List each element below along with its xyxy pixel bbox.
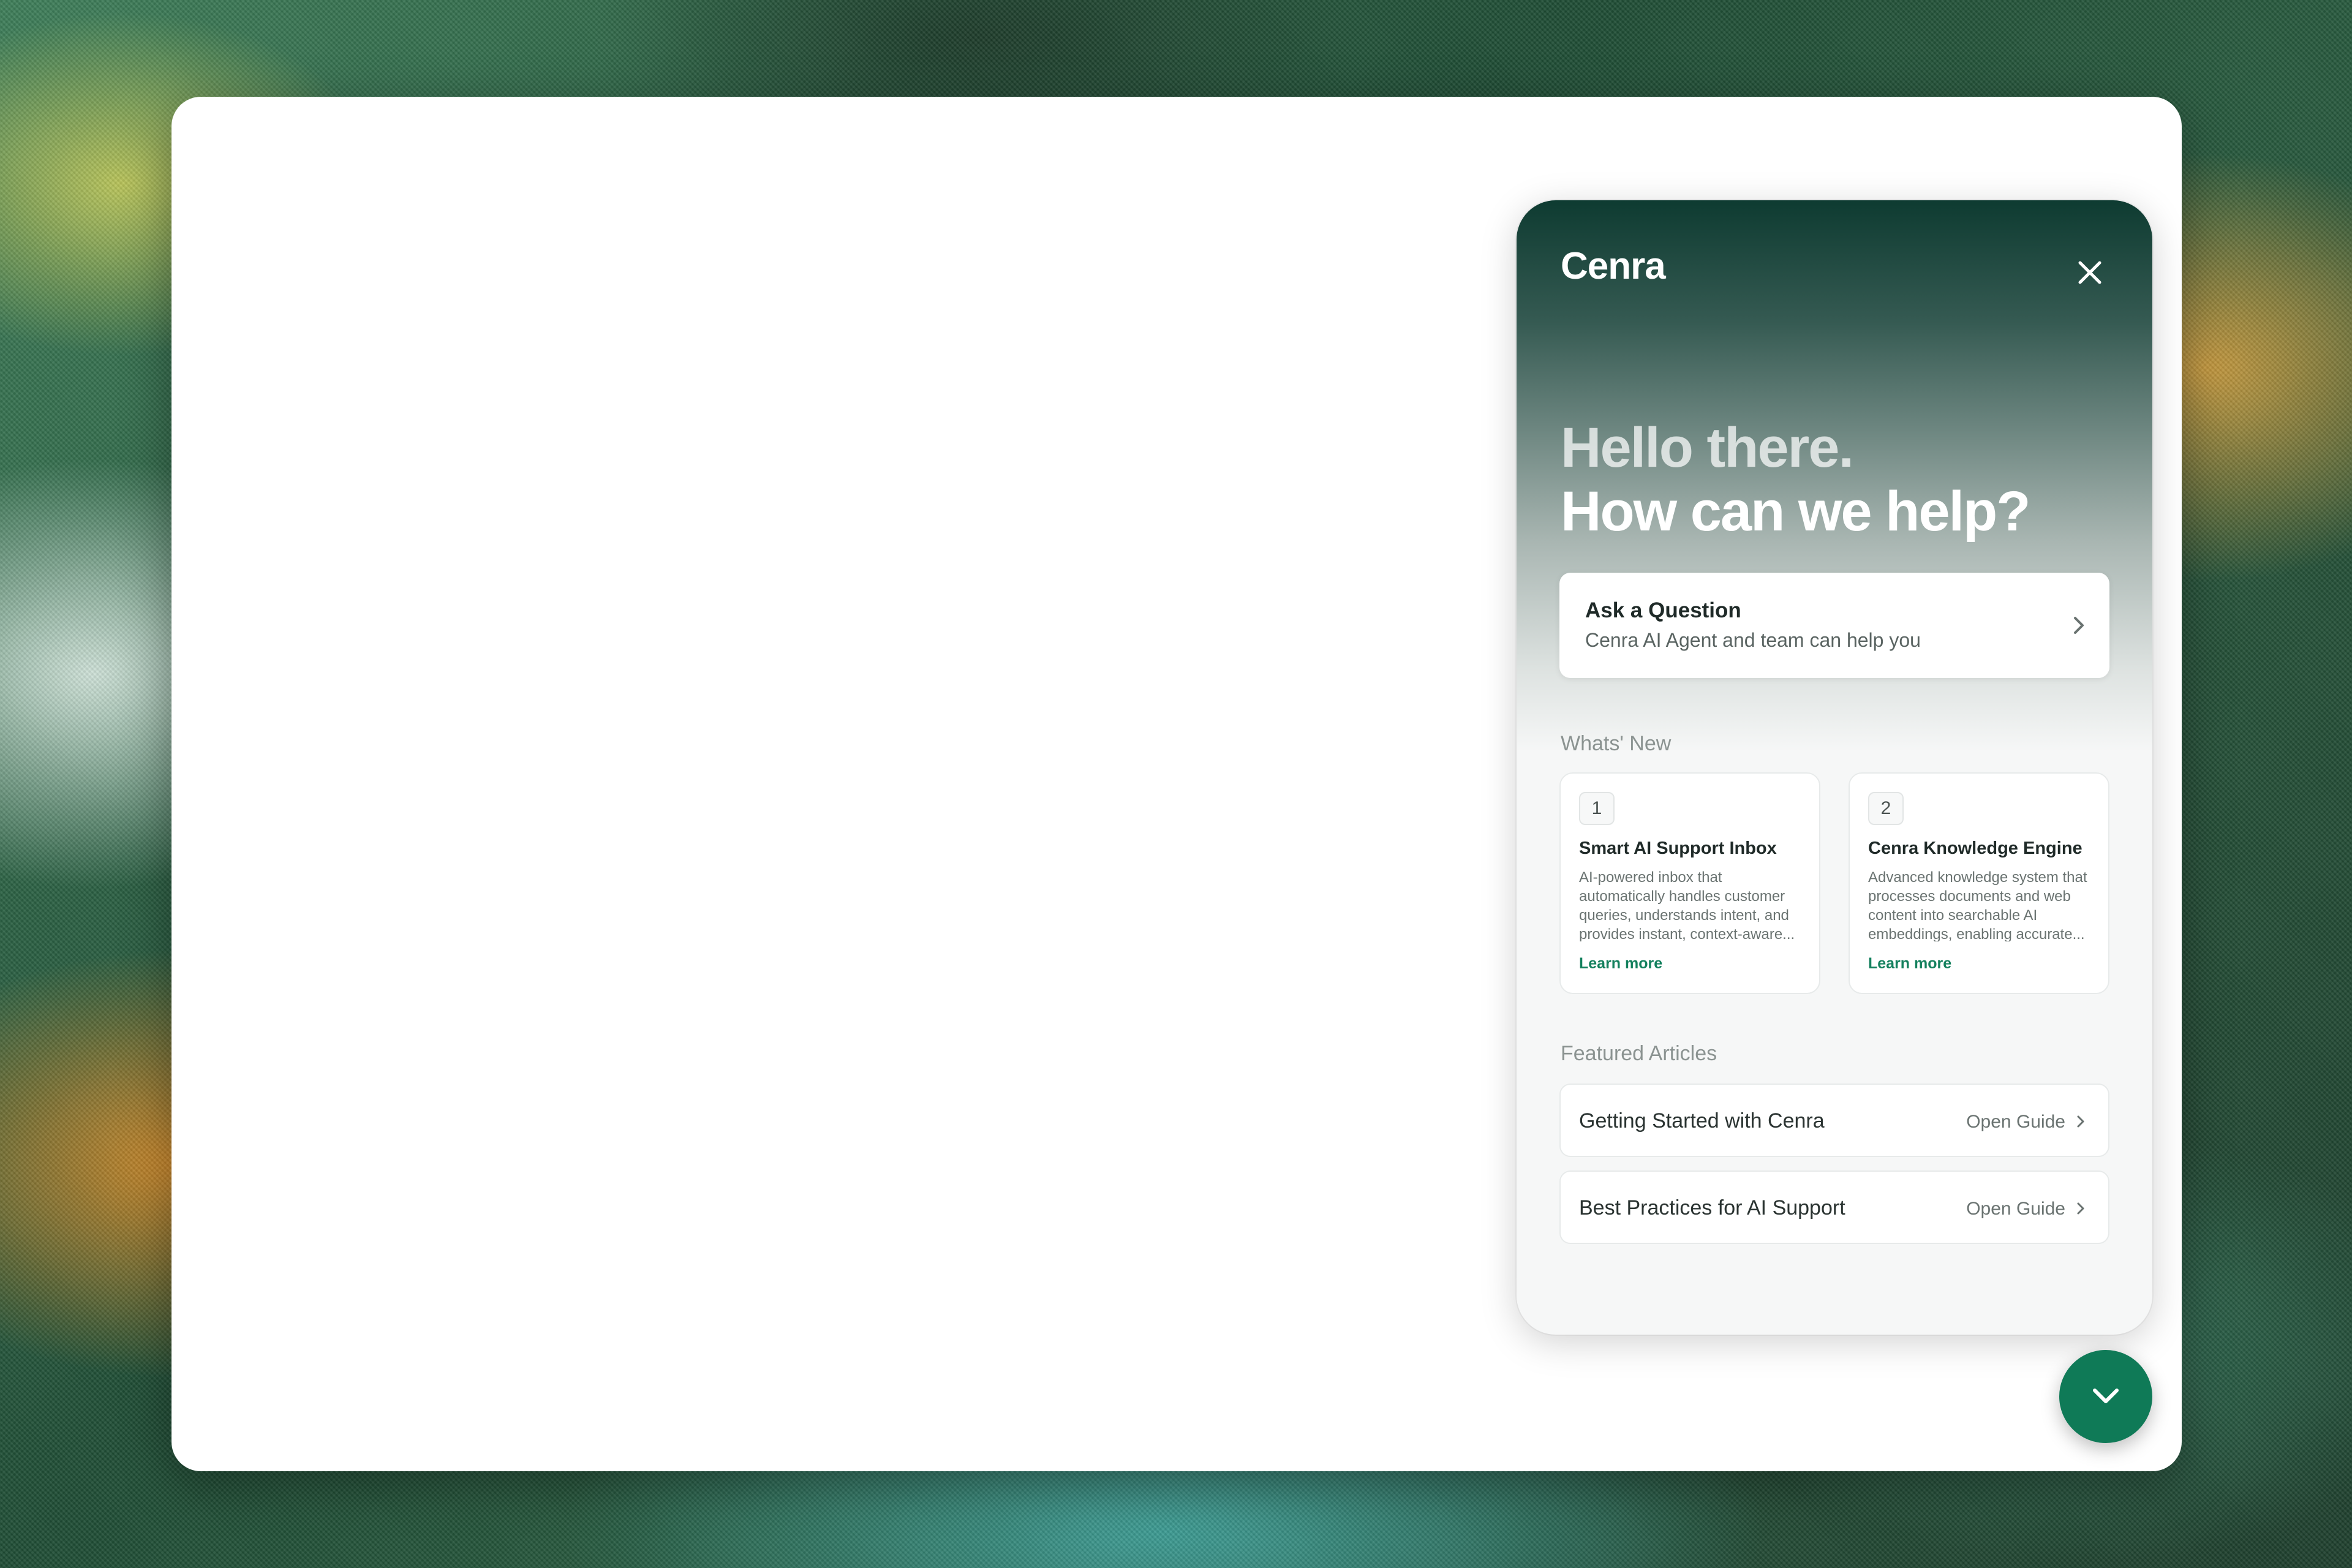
chevron-right-icon bbox=[2077, 1115, 2084, 1128]
support-widget: Cenra Hello there. How can we help? Ask … bbox=[1517, 200, 2152, 1335]
article-item-getting-started[interactable]: Getting Started with Cenra Open Guide bbox=[1559, 1084, 2109, 1157]
whats-new-label: Whats' New bbox=[1561, 732, 1672, 755]
close-icon bbox=[2078, 261, 2101, 284]
article-title: Best Practices for AI Support bbox=[1579, 1196, 1845, 1219]
close-button[interactable] bbox=[2070, 253, 2109, 292]
news-description: AI-powered inbox that automatically hand… bbox=[1579, 869, 1795, 941]
greeting-line-1: Hello there. bbox=[1561, 417, 1854, 479]
news-title: Smart AI Support Inbox bbox=[1579, 839, 1777, 858]
chevron-right-icon bbox=[2074, 617, 2084, 634]
news-card-2: 2 Cenra Knowledge Engine Advanced knowle… bbox=[1849, 772, 2109, 994]
ask-question-subtitle: Cenra AI Agent and team can help you bbox=[1585, 629, 1921, 651]
news-title: Cenra Knowledge Engine bbox=[1868, 839, 2082, 858]
open-guide-label: Open Guide bbox=[1966, 1112, 2065, 1132]
news-description: Advanced knowledge system that processes… bbox=[1868, 869, 2087, 941]
greeting-line-2: How can we help? bbox=[1561, 480, 2030, 543]
article-item-best-practices[interactable]: Best Practices for AI Support Open Guide bbox=[1559, 1170, 2109, 1244]
ask-question-button[interactable]: Ask a Question Cenra AI Agent and team c… bbox=[1559, 573, 2109, 678]
news-card-1: 1 Smart AI Support Inbox AI-powered inbo… bbox=[1559, 772, 1820, 994]
chevron-down-icon bbox=[2093, 1389, 2119, 1403]
chevron-right-icon bbox=[2077, 1202, 2084, 1215]
collapse-widget-button[interactable] bbox=[2059, 1350, 2152, 1443]
ask-question-title: Ask a Question bbox=[1585, 598, 1741, 622]
featured-articles-label: Featured Articles bbox=[1561, 1042, 1717, 1065]
open-guide-label: Open Guide bbox=[1966, 1199, 2065, 1219]
article-title: Getting Started with Cenra bbox=[1579, 1109, 1825, 1133]
news-number: 1 bbox=[1579, 792, 1615, 825]
news-number: 2 bbox=[1868, 792, 1904, 825]
learn-more-link[interactable]: Learn more bbox=[1579, 955, 1662, 973]
widget-brand: Cenra bbox=[1561, 245, 1666, 287]
learn-more-link[interactable]: Learn more bbox=[1868, 955, 1951, 973]
